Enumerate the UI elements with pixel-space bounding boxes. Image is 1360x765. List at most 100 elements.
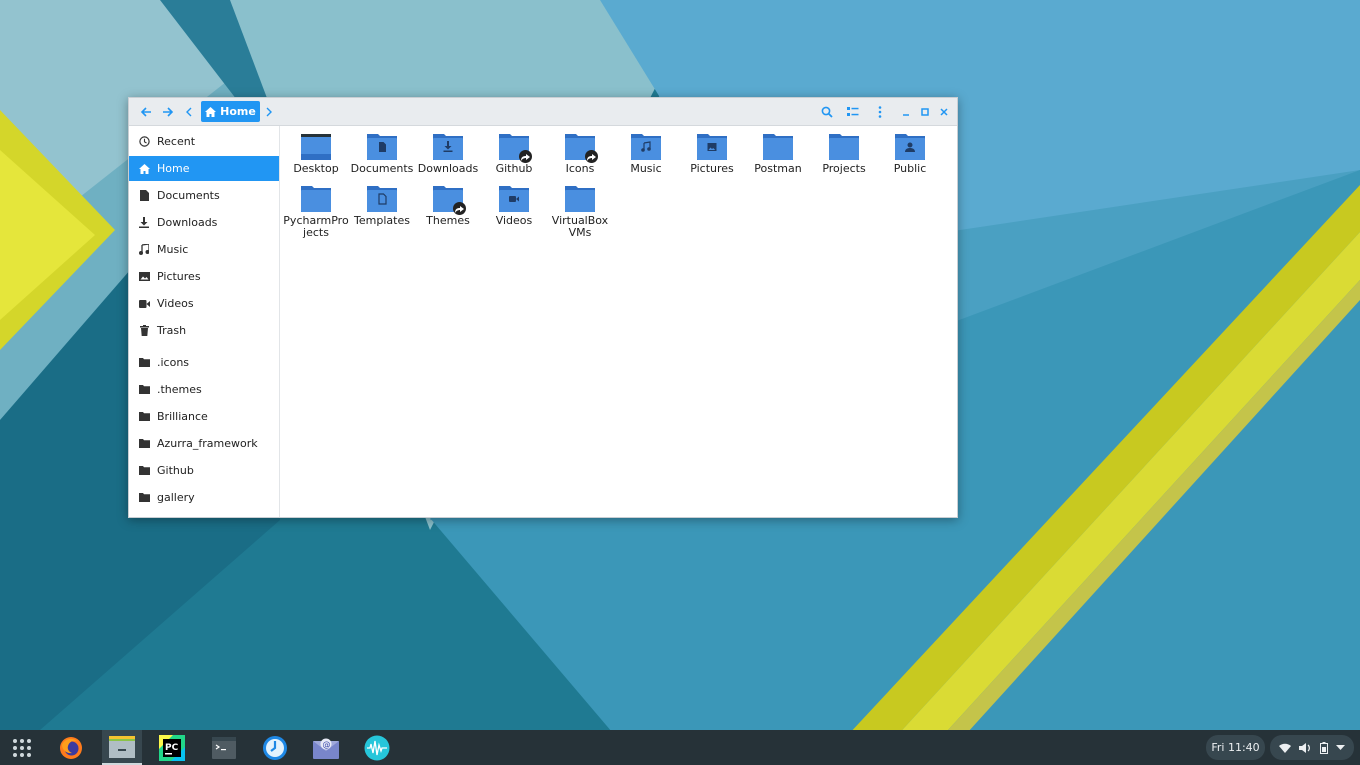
battery-icon[interactable] [1319,741,1328,754]
folder-item[interactable]: Downloads [415,132,481,175]
wifi-icon[interactable] [1278,743,1291,753]
folder-name: Projects [822,162,866,175]
maximize-icon [921,107,929,116]
menu-button[interactable] [870,102,890,121]
folder-name: Downloads [417,162,479,175]
folder-item[interactable]: Templates [349,184,415,227]
sidebar-item-label: Home [157,162,190,175]
back-button[interactable] [136,102,156,121]
sidebar-item-themes[interactable]: .themes [129,377,279,402]
chevron-right-icon [266,107,272,116]
list-view-icon [847,106,859,116]
video-icon [138,298,150,310]
folder-icon [367,132,397,160]
sidebar: Recent Home Documents Downloads Music Picture… [129,126,280,517]
path-scroll-right-button[interactable] [262,102,276,121]
app-grid-icon [13,738,31,757]
sidebar-item-label: Brilliance [157,410,208,423]
folder-name: Documents [350,162,414,175]
sidebar-item-azurra-framework[interactable]: Azurra_framework [129,431,279,456]
folder-item[interactable]: Github [481,132,547,175]
folder-item[interactable]: VirtualBox VMs [547,184,613,239]
folder-name: Github [495,162,533,175]
pycharm-icon-text: PC [165,743,179,753]
folder-name: Themes [426,214,470,227]
minimize-icon [903,113,909,116]
audio-waveform-icon [364,735,390,760]
folder-item[interactable]: Themes [415,184,481,227]
sidebar-item-github[interactable]: Github [129,458,279,483]
close-button[interactable] [936,102,952,121]
path-bar-home[interactable]: Home [201,101,260,122]
folder-name: VirtualBox VMs [551,214,609,239]
view-toggle-button[interactable] [843,102,863,121]
firefox-icon [60,736,82,759]
folder-item[interactable]: Music [613,132,679,175]
system-tray[interactable] [1270,735,1354,760]
folder-name: Music [630,162,662,175]
taskbar-pycharm[interactable]: PC [152,730,192,765]
download-icon [138,217,150,229]
sidebar-item-trash[interactable]: Trash [129,318,279,343]
taskbar-audio[interactable] [357,730,397,765]
arrow-right-icon [163,106,174,117]
path-bar-label: Home [220,105,256,118]
folder-item[interactable]: Projects [811,132,877,175]
folder-name: Pictures [690,162,734,175]
folder-item[interactable]: Icons [547,132,613,175]
volume-icon[interactable] [1299,742,1311,753]
home-icon [138,163,150,175]
folder-icon [301,132,331,160]
folder-item[interactable]: Public [877,132,943,175]
sidebar-item-label: Recent [157,135,196,148]
chevron-left-icon [186,107,192,116]
folder-icon [499,132,532,163]
folder-item[interactable]: Postman [745,132,811,175]
path-scroll-left-button[interactable] [182,102,196,121]
sidebar-item-label: Downloads [157,216,218,229]
search-button[interactable] [817,102,837,121]
trash-icon [138,325,150,337]
folder-name: Icons [565,162,595,175]
document-icon [138,190,150,202]
folder-item[interactable]: Videos [481,184,547,227]
sidebar-item-home[interactable]: Home [129,156,279,181]
folder-name: Desktop [293,162,339,175]
taskbar-terminal[interactable] [204,730,244,765]
picture-icon [138,271,150,283]
sidebar-item-gallery[interactable]: gallery [129,485,279,510]
forward-button[interactable] [158,102,178,121]
mail-icon: @ [313,738,339,759]
sidebar-item-label: Music [157,243,189,256]
menu-arrow-icon[interactable] [1336,744,1346,751]
clock[interactable]: Fri 11:40 [1206,735,1265,760]
sidebar-item-pictures[interactable]: Pictures [129,264,279,289]
maximize-button[interactable] [917,102,933,121]
folder-icon [631,132,661,160]
sidebar-item-music[interactable]: Music [129,237,279,262]
folder-item[interactable]: Pictures [679,132,745,175]
sidebar-item-recent[interactable]: Recent [129,129,279,154]
search-icon [821,106,833,118]
folder-icon [138,357,150,369]
sidebar-item-documents[interactable]: Documents [129,183,279,208]
svg-text:@: @ [323,740,331,749]
sidebar-item-videos[interactable]: Videos [129,291,279,316]
taskbar-app-grid[interactable] [2,730,42,765]
minimize-button[interactable] [898,102,914,121]
taskbar-timer[interactable] [255,730,295,765]
taskbar-mail[interactable]: @ [306,730,346,765]
sidebar-item-label: Pictures [157,270,201,283]
taskbar-firefox[interactable] [51,730,91,765]
taskbar-files[interactable] [102,730,142,765]
folder-item[interactable]: PycharmProjects [283,184,349,239]
folder-item[interactable]: Documents [349,132,415,175]
sidebar-item-brilliance[interactable]: Brilliance [129,404,279,429]
taskbar: PC @ Fri 11:40 [0,730,1360,765]
folder-item[interactable]: Desktop [283,132,349,175]
folder-name: Videos [495,214,533,227]
folder-icon [138,384,150,396]
sidebar-item-icons[interactable]: .icons [129,350,279,375]
symlink-emblem-icon [453,202,466,215]
sidebar-item-downloads[interactable]: Downloads [129,210,279,235]
